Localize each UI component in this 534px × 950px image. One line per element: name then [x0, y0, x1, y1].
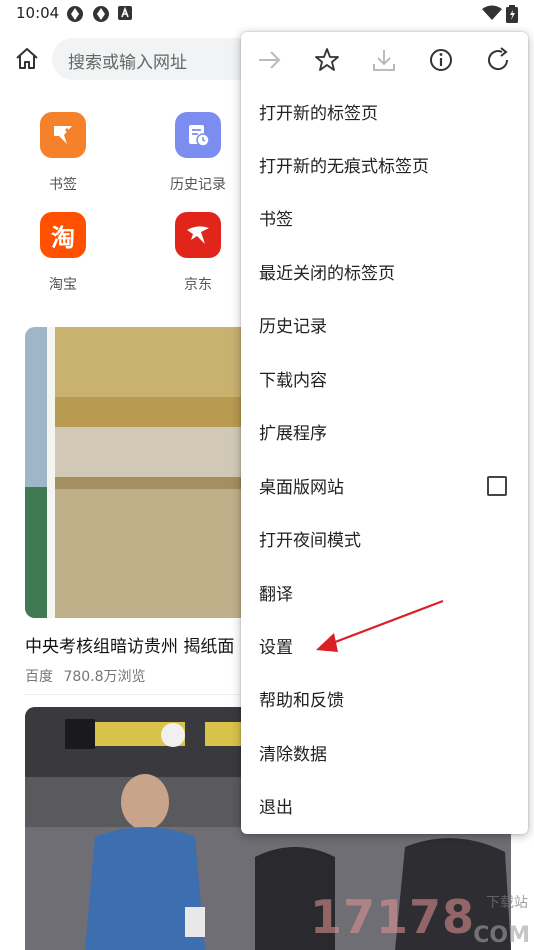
menu-item-label: 最近关闭的标签页	[259, 264, 395, 284]
shortcut-history[interactable]: 历史记录	[153, 112, 243, 194]
menu-item-label: 打开新的无痕式标签页	[259, 157, 429, 177]
shortcut-label: 京东	[184, 277, 212, 293]
shortcut-bookmarks[interactable]: 书签	[18, 112, 108, 194]
menu-item-label: 打开夜间模式	[259, 531, 361, 551]
menu-item-desktop-site[interactable]: 桌面版网站	[241, 460, 528, 513]
menu-item-recent-tabs[interactable]: 最近关闭的标签页	[241, 246, 528, 299]
menu-item-new-incognito-tab[interactable]: 打开新的无痕式标签页	[241, 139, 528, 192]
menu-item-help-feedback[interactable]: 帮助和反馈	[241, 673, 528, 726]
sync-icon	[67, 6, 83, 22]
status-time: 10:04	[16, 4, 60, 22]
notification-a-icon	[118, 6, 132, 20]
menu-item-label: 退出	[259, 798, 293, 818]
sync-icon	[93, 6, 109, 22]
menu-item-label: 设置	[259, 638, 293, 658]
menu-item-label: 帮助和反馈	[259, 691, 344, 711]
news-meta: 百度 780.8万浏览	[25, 666, 146, 686]
overflow-menu: 打开新的标签页 打开新的无痕式标签页 书签 最近关闭的标签页 历史记录 下载内容…	[241, 32, 528, 834]
forward-icon[interactable]	[255, 46, 283, 74]
menu-item-translate[interactable]: 翻译	[241, 567, 528, 620]
jd-icon	[175, 212, 221, 258]
status-bar: 10:04	[0, 0, 534, 28]
home-icon[interactable]	[12, 44, 42, 74]
news-views: 780.8万浏览	[63, 669, 146, 685]
battery-icon	[506, 5, 518, 23]
wifi-icon	[482, 5, 502, 20]
menu-item-label: 扩展程序	[259, 424, 327, 444]
shortcut-label: 历史记录	[170, 177, 226, 193]
menu-item-label: 桌面版网站	[259, 478, 344, 498]
divider	[25, 694, 265, 695]
star-icon[interactable]	[313, 46, 341, 74]
shortcut-taobao[interactable]: 淘 淘宝	[18, 212, 108, 294]
search-input[interactable]: 搜索或输入网址	[52, 38, 272, 80]
menu-item-bookmarks[interactable]: 书签	[241, 192, 528, 245]
download-icon[interactable]	[370, 46, 398, 74]
taobao-icon: 淘	[40, 212, 86, 258]
menu-item-label: 下载内容	[259, 371, 327, 391]
menu-item-label: 打开新的标签页	[259, 104, 378, 124]
history-tile-icon	[175, 112, 221, 158]
news-image[interactable]	[25, 327, 265, 618]
menu-item-clear-data[interactable]: 清除数据	[241, 727, 528, 780]
info-icon[interactable]	[427, 46, 455, 74]
news-title[interactable]: 中央考核组暗访贵州 揭纸面	[25, 632, 234, 657]
menu-item-extensions[interactable]: 扩展程序	[241, 406, 528, 459]
menu-item-label: 书签	[259, 210, 293, 230]
menu-item-new-tab[interactable]: 打开新的标签页	[241, 86, 528, 139]
menu-item-label: 翻译	[259, 585, 293, 605]
menu-item-downloads[interactable]: 下载内容	[241, 353, 528, 406]
refresh-icon[interactable]	[484, 46, 512, 74]
menu-item-night-mode[interactable]: 打开夜间模式	[241, 513, 528, 566]
shortcut-label: 淘宝	[49, 277, 77, 293]
menu-toolbar	[241, 32, 528, 88]
menu-item-label: 历史记录	[259, 317, 327, 337]
bookmark-tile-icon	[40, 112, 86, 158]
shortcut-jd[interactable]: 京东	[153, 212, 243, 294]
menu-item-label: 清除数据	[259, 745, 327, 765]
menu-item-exit[interactable]: 退出	[241, 780, 528, 833]
desktop-site-checkbox[interactable]	[487, 476, 507, 496]
menu-item-history[interactable]: 历史记录	[241, 299, 528, 352]
watermark-logo: 17178 下载站 COM	[310, 890, 530, 948]
shortcut-label: 书签	[49, 177, 77, 193]
search-placeholder: 搜索或输入网址	[68, 53, 187, 73]
menu-item-settings[interactable]: 设置	[241, 620, 528, 673]
news-source: 百度	[25, 669, 53, 685]
